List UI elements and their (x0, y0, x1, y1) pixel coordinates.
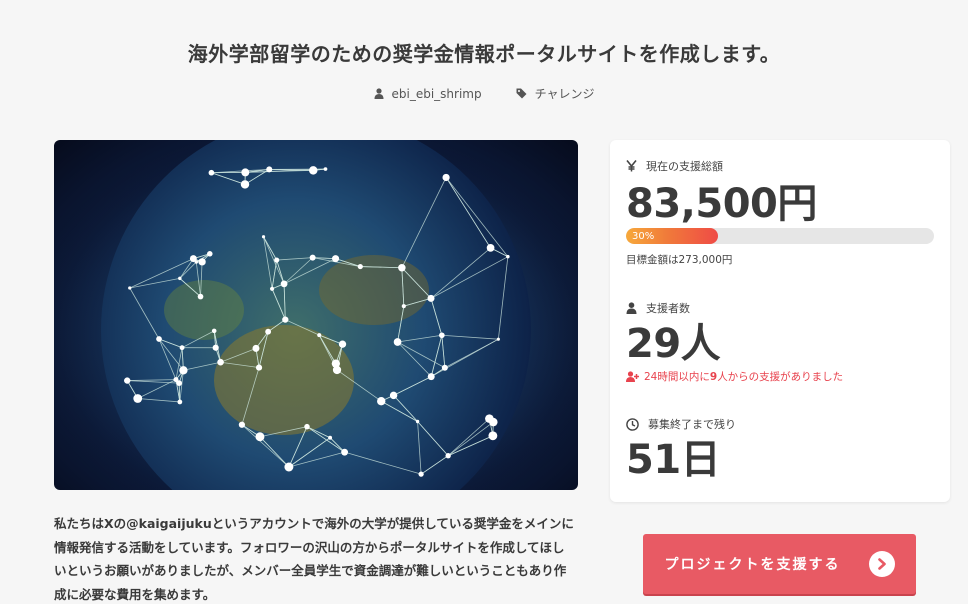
network-node (266, 166, 273, 173)
network-node (445, 453, 451, 459)
network-node (308, 166, 318, 175)
goal-amount: 目標金額は273,000円 (626, 254, 733, 266)
description-line: 成に必要な費用を集めます。 (54, 586, 216, 602)
network-node (309, 254, 316, 261)
network-node (217, 358, 224, 366)
user-icon (626, 302, 637, 314)
network-node (441, 364, 448, 371)
funding-progress-fill: 30% (626, 228, 719, 244)
network-node (427, 294, 435, 302)
category-name: チャレンジ (534, 87, 595, 101)
network-node (238, 421, 246, 428)
remaining-days: 51日 (626, 437, 721, 483)
network-node (415, 419, 420, 424)
category-link[interactable]: チャレンジ (516, 85, 595, 102)
network-node (178, 276, 182, 281)
project-meta: ebi_ebi_shrimp チャレンジ (0, 85, 968, 102)
recent-prefix: 24時間以内に (644, 371, 710, 383)
network-node (211, 328, 217, 334)
network-node (212, 344, 219, 351)
recent-suffix: 人からの支援がありました (717, 371, 844, 383)
project-image (54, 140, 578, 490)
chevron-right-circle-icon (868, 551, 895, 577)
funding-progress-bar: 30% (626, 228, 934, 244)
project-description: 私たちはXの@kaigaijukuというアカウントで海外の大学が提供している奨学… (54, 512, 584, 604)
backers-label: 支援者数 (646, 302, 690, 315)
network-node (176, 380, 182, 387)
network-node (284, 462, 294, 472)
network-node (486, 244, 495, 252)
network-node (179, 345, 185, 351)
network-node (241, 168, 250, 177)
network-node (255, 364, 263, 371)
network-node (179, 366, 188, 375)
network-node (189, 255, 197, 263)
network-node (488, 431, 498, 441)
network-node (269, 286, 275, 291)
network-node (128, 286, 132, 290)
network-node (506, 254, 510, 259)
network-node (280, 280, 288, 288)
network-node (338, 340, 347, 348)
network-node (341, 448, 349, 456)
tag-icon (516, 88, 527, 99)
project-title: 海外学部留学のための奨学金情報ポータルサイトを作成します。 (187, 42, 781, 66)
network-node (418, 471, 424, 477)
network-node (156, 336, 162, 342)
network-node (439, 332, 445, 339)
author-link[interactable]: ebi_ebi_shrimp (374, 85, 482, 102)
description-line: いというお願いがありましたが、メンバー全員学生で資金調達が難しいということもあり… (54, 563, 567, 578)
recent-backers-notice: 24時間以内に9人からの支援がありました (626, 369, 843, 384)
network-node (198, 258, 206, 266)
network-globe-image (54, 140, 578, 490)
remaining-label-row: 募集終了まで残り (626, 416, 736, 432)
network-node (124, 377, 131, 384)
network-node (261, 235, 266, 239)
network-node (240, 180, 250, 189)
network-node (282, 316, 289, 323)
clock-icon (626, 417, 639, 431)
network-node (252, 344, 260, 352)
progress-percent: 30% (632, 230, 655, 242)
network-node (389, 391, 398, 400)
stats-panel: 現在の支援総額 83,500円 30% 目標金額は273,000円 支援者数 2… (610, 140, 950, 502)
remaining-label: 募集終了まで残り (648, 418, 736, 431)
network-node (133, 394, 143, 403)
support-project-button[interactable]: プロジェクトを支援する (643, 534, 916, 594)
network-node (427, 373, 435, 381)
network-node (442, 173, 450, 182)
network-node (304, 423, 310, 430)
network-node (197, 293, 204, 300)
network-node (377, 397, 386, 406)
network-node (208, 169, 215, 176)
network-node (357, 263, 363, 270)
network-node (398, 264, 406, 272)
author-name: ebi_ebi_shrimp (391, 86, 482, 101)
network-node (331, 359, 341, 368)
network-node (332, 255, 340, 263)
network-node (207, 251, 213, 257)
network-node (274, 257, 280, 263)
network-node (496, 337, 500, 341)
funding-label-row: 現在の支援総額 (626, 158, 723, 174)
backers-label-row: 支援者数 (626, 300, 690, 316)
network-node (177, 399, 183, 405)
network-node (323, 167, 328, 171)
backers-count: 29人 (626, 321, 721, 367)
network-node (265, 328, 272, 335)
network-node (255, 432, 265, 442)
network-node (401, 304, 406, 309)
yen-icon (626, 160, 637, 172)
user-icon (374, 88, 383, 99)
network-node (489, 417, 498, 427)
funding-amount: 83,500円 (626, 181, 817, 227)
network-node (317, 333, 322, 338)
network-node (393, 338, 402, 346)
funding-label: 現在の支援総額 (646, 160, 723, 173)
support-button-label: プロジェクトを支援する (664, 557, 841, 573)
network-node (328, 435, 333, 440)
description-line: 私たちはXの@kaigaijukuというアカウントで海外の大学が提供している奨学… (54, 516, 574, 531)
description-line: 情報発信する活動をしています。フォロワーの沢山の方からポータルサイトを作成してほ… (54, 539, 565, 555)
user-plus-icon (626, 371, 639, 382)
